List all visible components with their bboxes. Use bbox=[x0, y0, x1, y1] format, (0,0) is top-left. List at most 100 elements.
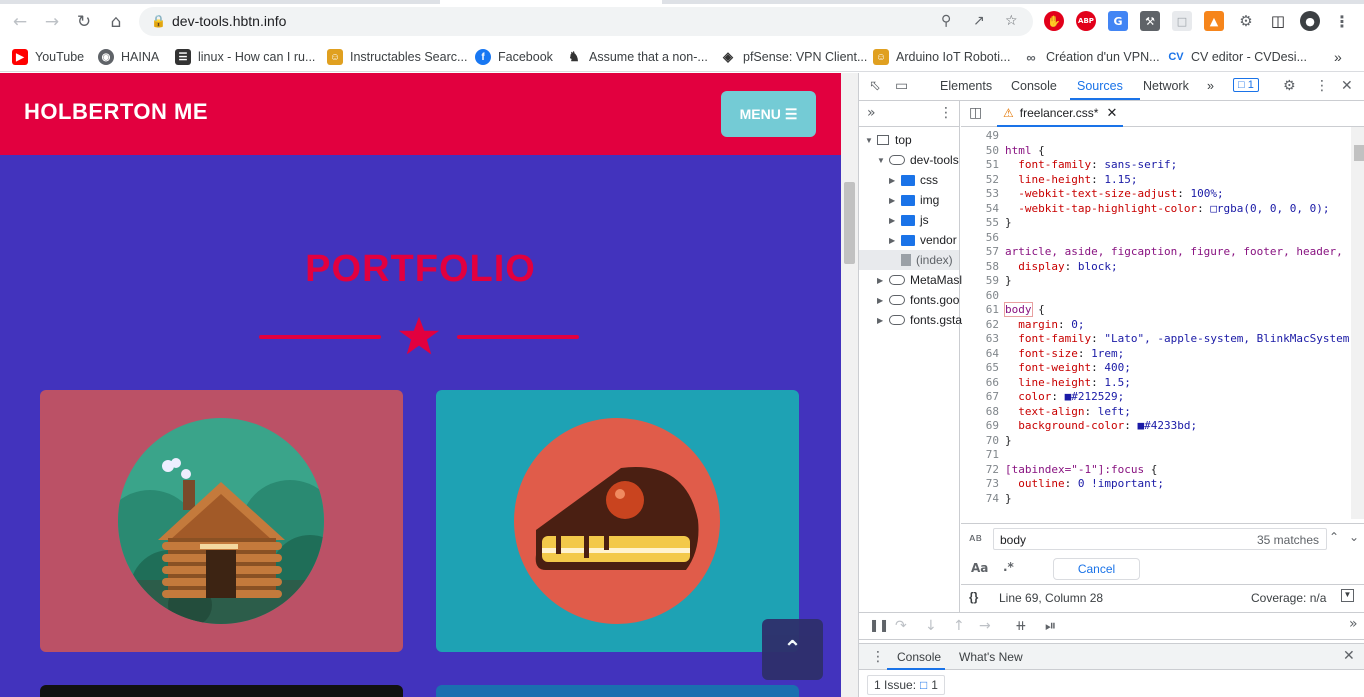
bookmark-instructables[interactable]: ☺ Instructables Searc... bbox=[327, 46, 467, 68]
editor-tab-freelancer-css[interactable]: ⚠ freelancer.css* ✕ bbox=[997, 101, 1124, 127]
address-bar[interactable]: 🔒 dev-tools.hbtn.info ⚲ ↗ ☆ bbox=[139, 7, 1033, 36]
regex-button[interactable]: .* bbox=[1003, 560, 1014, 574]
metamask-icon[interactable]: ▲ bbox=[1204, 11, 1224, 31]
line-number[interactable]: 51 bbox=[961, 158, 999, 171]
tab-sources[interactable]: Sources bbox=[1077, 79, 1123, 93]
tree-item-top[interactable]: ▼ top bbox=[865, 130, 912, 150]
code-line[interactable]: article, aside, figcaption, figure, foot… bbox=[1005, 245, 1343, 258]
drawer-tab-whats-new[interactable]: What's New bbox=[959, 650, 1023, 664]
line-number[interactable]: 52 bbox=[961, 173, 999, 186]
portfolio-card-cake[interactable] bbox=[436, 390, 799, 652]
tab-elements[interactable]: Elements bbox=[940, 79, 992, 93]
line-number[interactable]: 65 bbox=[961, 361, 999, 374]
download-icon[interactable]: ▼ bbox=[1341, 589, 1354, 602]
line-number[interactable]: 63 bbox=[961, 332, 999, 345]
line-number[interactable]: 74 bbox=[961, 492, 999, 505]
code-line[interactable]: display: block; bbox=[1005, 260, 1117, 273]
line-number[interactable]: 54 bbox=[961, 202, 999, 215]
code-vscrollbar[interactable] bbox=[1351, 127, 1364, 519]
site-brand[interactable]: HOLBERTON ME bbox=[24, 99, 208, 125]
code-line[interactable]: font-family: sans-serif; bbox=[1005, 158, 1177, 171]
line-number[interactable]: 60 bbox=[961, 289, 999, 302]
navigator-menu-icon[interactable]: ⋮ bbox=[939, 105, 953, 121]
zoom-icon[interactable]: ⚲ bbox=[941, 13, 951, 29]
extension-icon[interactable]: □ bbox=[1172, 11, 1192, 31]
code-line[interactable]: outline: 0 !important; bbox=[1005, 477, 1164, 490]
more-bookmarks-button[interactable]: » bbox=[1334, 46, 1342, 68]
drawer-tab-console[interactable]: Console bbox=[897, 650, 941, 664]
settings-gear-icon[interactable]: ⚙ bbox=[1283, 78, 1296, 94]
line-number[interactable]: 59 bbox=[961, 274, 999, 287]
code-line[interactable]: color: ■#212529; bbox=[1005, 390, 1124, 403]
line-number[interactable]: 70 bbox=[961, 434, 999, 447]
code-line[interactable]: margin: 0; bbox=[1005, 318, 1084, 331]
code-line[interactable]: line-height: 1.5; bbox=[1005, 376, 1131, 389]
tree-item-domain[interactable]: ▼ dev-tools bbox=[877, 150, 959, 170]
pause-on-exceptions-icon[interactable]: ⏯ bbox=[1045, 618, 1056, 634]
more-tabs-button[interactable]: » bbox=[1207, 79, 1214, 93]
more-menu-icon[interactable]: ⋮ bbox=[1332, 11, 1352, 31]
line-number[interactable]: 68 bbox=[961, 405, 999, 418]
match-case-button[interactable]: Aa bbox=[971, 561, 988, 575]
line-number[interactable]: 62 bbox=[961, 318, 999, 331]
tree-item-fonts-googleapis[interactable]: ▶ fonts.goo bbox=[877, 290, 959, 310]
code-vscroll-thumb[interactable] bbox=[1354, 145, 1364, 161]
portfolio-card-cabin[interactable] bbox=[40, 390, 403, 652]
device-toolbar-icon[interactable]: ▭ bbox=[895, 78, 908, 94]
url-text[interactable]: dev-tools.hbtn.info bbox=[172, 13, 286, 29]
close-tab-icon[interactable]: ✕ bbox=[1106, 105, 1117, 121]
extensions-puzzle-icon[interactable]: ⚙ bbox=[1236, 11, 1256, 31]
portfolio-card-4[interactable] bbox=[436, 685, 799, 697]
search-prev-icon[interactable]: ⌃ bbox=[1329, 530, 1339, 544]
tab-console[interactable]: Console bbox=[1011, 79, 1057, 93]
bookmark-cv-editor[interactable]: CV CV editor - CVDesi... bbox=[1168, 46, 1307, 68]
code-line[interactable]: font-weight: 400; bbox=[1005, 361, 1131, 374]
devtools-ext-icon[interactable]: ⚒ bbox=[1140, 11, 1160, 31]
bookmark-star-icon[interactable]: ☆ bbox=[1005, 13, 1018, 29]
code-line[interactable]: font-family: "Lato", -apple-system, Blin… bbox=[1005, 332, 1349, 345]
tree-folder-img[interactable]: ▶ img bbox=[889, 190, 939, 210]
profile-avatar[interactable]: ● bbox=[1300, 11, 1320, 31]
page-scrollbar[interactable] bbox=[841, 73, 858, 697]
line-number[interactable]: 53 bbox=[961, 187, 999, 200]
code-line[interactable]: text-align: left; bbox=[1005, 405, 1131, 418]
pretty-print-button[interactable]: {} bbox=[969, 590, 978, 604]
close-devtools-icon[interactable]: ✕ bbox=[1341, 78, 1353, 94]
inspect-element-icon[interactable]: ⬁ bbox=[869, 78, 881, 94]
code-line[interactable]: line-height: 1.15; bbox=[1005, 173, 1137, 186]
line-number[interactable]: 50 bbox=[961, 144, 999, 157]
toggle-navigator-icon[interactable]: ◫ bbox=[969, 105, 982, 121]
step-into-icon[interactable]: ↓ bbox=[925, 618, 937, 634]
line-number[interactable]: 61 bbox=[961, 303, 999, 316]
back-icon[interactable]: ← bbox=[8, 10, 32, 34]
line-number[interactable]: 58 bbox=[961, 260, 999, 273]
step-icon[interactable]: → bbox=[979, 618, 991, 634]
tree-file-index[interactable]: (index) bbox=[859, 250, 959, 270]
step-over-icon[interactable]: ↷ bbox=[895, 618, 907, 634]
step-out-icon[interactable]: ↑ bbox=[953, 618, 965, 634]
code-line[interactable]: font-size: 1rem; bbox=[1005, 347, 1124, 360]
tree-folder-vendor[interactable]: ▶ vendor bbox=[889, 230, 957, 250]
code-line[interactable]: [tabindex="-1"]:focus { bbox=[1005, 463, 1157, 476]
bookmark-assume[interactable]: ♞ Assume that a non-... bbox=[566, 46, 708, 68]
adblock-icon[interactable]: ✋ bbox=[1044, 11, 1064, 31]
search-next-icon[interactable]: ⌄ bbox=[1349, 530, 1359, 544]
tree-folder-js[interactable]: ▶ js bbox=[889, 210, 929, 230]
tab-network[interactable]: Network bbox=[1143, 79, 1189, 93]
line-number[interactable]: 69 bbox=[961, 419, 999, 432]
tree-item-fonts-gstatic[interactable]: ▶ fonts.gsta bbox=[877, 310, 962, 330]
tree-folder-css[interactable]: ▶ css bbox=[889, 170, 938, 190]
code-line[interactable]: } bbox=[1005, 274, 1012, 287]
line-number[interactable]: 71 bbox=[961, 448, 999, 461]
reload-icon[interactable]: ↻ bbox=[72, 10, 96, 34]
expand-sidebar-icon[interactable]: » bbox=[1349, 616, 1358, 632]
close-drawer-icon[interactable]: ✕ bbox=[1343, 648, 1355, 664]
code-line[interactable]: } bbox=[1005, 492, 1012, 505]
bookmark-linux[interactable]: ☰ linux - How can I ru... bbox=[175, 46, 315, 68]
scroll-to-top-button[interactable]: ⌃ bbox=[762, 619, 823, 680]
menu-button[interactable]: MENU ☰ bbox=[721, 91, 816, 137]
more-navigators-icon[interactable]: » bbox=[867, 105, 876, 121]
code-line[interactable]: -webkit-text-size-adjust: 100%; bbox=[1005, 187, 1223, 200]
share-icon[interactable]: ↗ bbox=[973, 13, 985, 29]
bookmark-haina[interactable]: ◉ HAINA bbox=[98, 46, 159, 68]
